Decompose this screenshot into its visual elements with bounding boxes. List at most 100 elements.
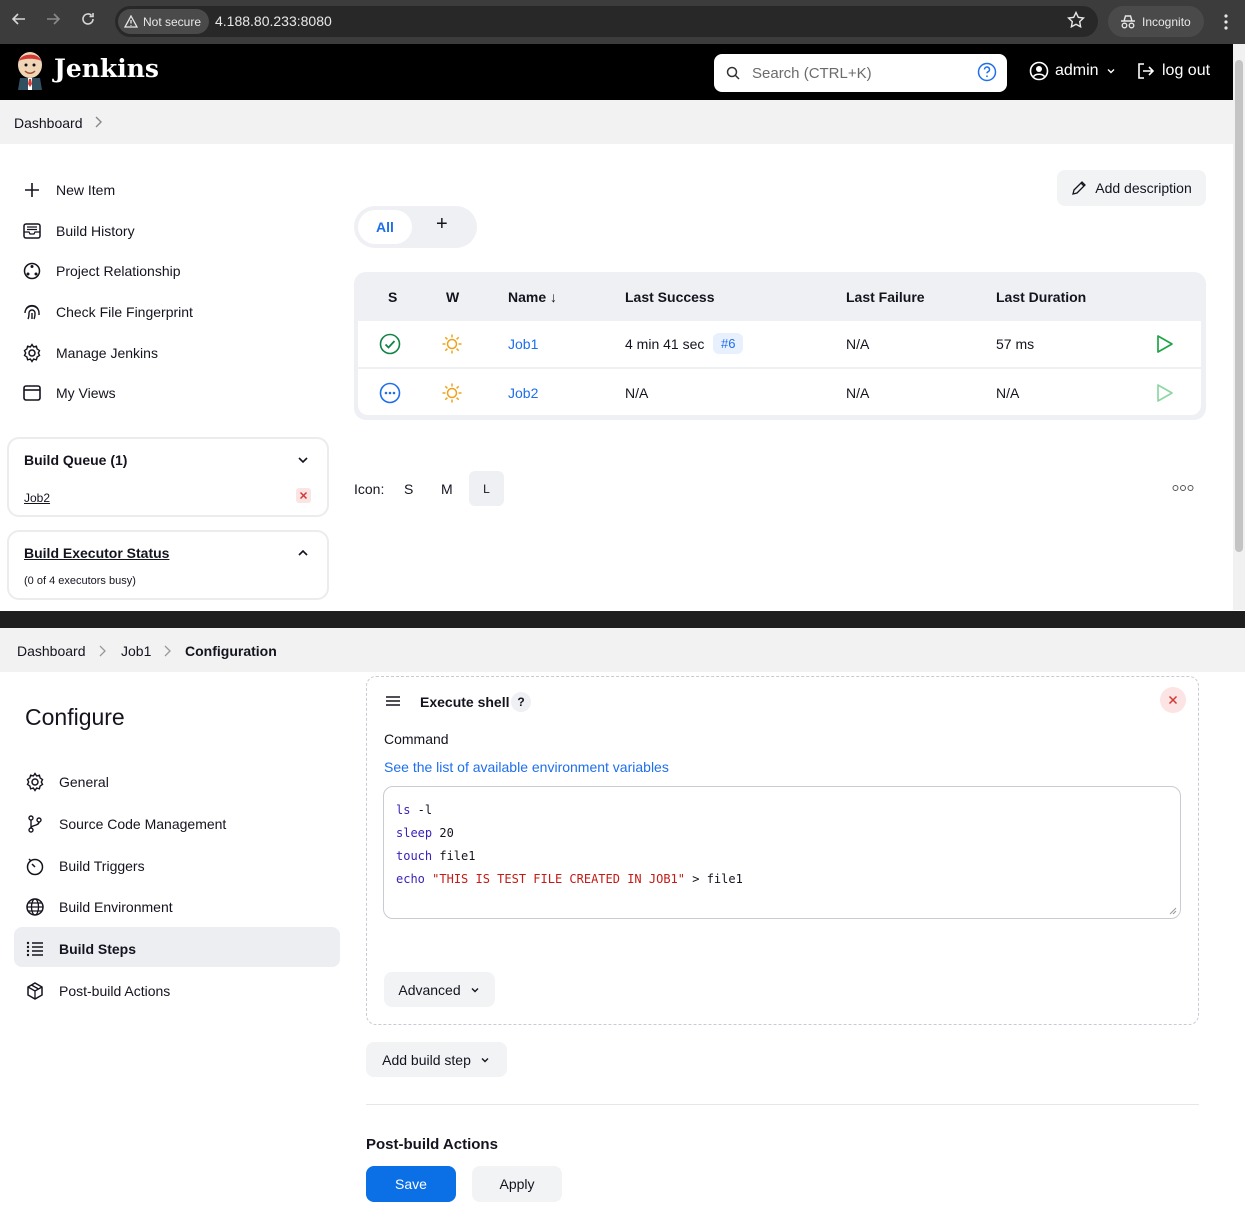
section-general[interactable]: General — [25, 772, 109, 792]
section-build-triggers[interactable]: Build Triggers — [25, 856, 145, 876]
breadcrumb-chevron-icon[interactable] — [93, 116, 103, 128]
user-icon — [1029, 61, 1049, 81]
task-manage-jenkins[interactable]: Manage Jenkins — [22, 343, 158, 363]
gear-icon — [23, 343, 41, 363]
code-keyword: echo — [396, 872, 425, 886]
breadcrumb-configuration[interactable]: Configuration — [185, 643, 277, 659]
sunny-weather-icon[interactable] — [441, 382, 463, 404]
warning-icon — [124, 15, 138, 28]
section-label: Build Triggers — [59, 858, 145, 874]
column-header-last-failure[interactable]: Last Failure — [846, 289, 925, 305]
env-vars-link[interactable]: the list of available environment variab… — [413, 759, 669, 775]
last-failure-value: N/A — [846, 336, 870, 352]
task-label: Check File Fingerprint — [56, 304, 193, 320]
task-label: Manage Jenkins — [56, 345, 158, 361]
column-header-status[interactable]: S — [388, 289, 397, 305]
schedule-build-play-icon[interactable] — [1156, 334, 1174, 354]
logout-icon — [1138, 63, 1155, 79]
code-line: sleep 20 — [396, 826, 454, 840]
fingerprint-icon — [24, 304, 40, 320]
scrollbar-thumb[interactable] — [1235, 60, 1243, 552]
executor-status-panel — [7, 530, 329, 600]
success-status-icon[interactable] — [379, 333, 401, 355]
icon-size-s[interactable]: S — [404, 481, 413, 497]
add-build-step-button[interactable]: Add build step — [366, 1042, 507, 1077]
icon-size-l[interactable]: L — [469, 471, 504, 506]
queue-item-job2[interactable]: Job2 — [24, 491, 50, 505]
save-button[interactable]: Save — [366, 1166, 456, 1202]
section-build-environment[interactable]: Build Environment — [25, 897, 173, 917]
search-icon — [726, 66, 740, 80]
add-description-button[interactable]: Add description — [1057, 170, 1206, 206]
breadcrumb-job1[interactable]: Job1 — [121, 643, 151, 659]
apply-button[interactable]: Apply — [472, 1166, 562, 1202]
advanced-button[interactable]: Advanced — [384, 972, 495, 1007]
task-project-relationship[interactable]: Project Relationship — [22, 261, 181, 281]
delete-step-icon[interactable] — [1160, 687, 1186, 713]
icon-size-m[interactable]: M — [441, 481, 453, 497]
task-my-views[interactable]: My Views — [22, 383, 116, 403]
legend-icon[interactable] — [1172, 483, 1194, 493]
tab-all[interactable]: All — [358, 210, 412, 244]
build-queue-panel — [7, 437, 329, 517]
breadcrumb-chevron-icon — [162, 645, 172, 657]
build-number-badge[interactable]: #6 — [713, 333, 744, 354]
logout-link[interactable]: log out — [1136, 61, 1210, 81]
collapse-chevron-up-icon[interactable] — [296, 546, 310, 560]
reload-icon[interactable] — [81, 12, 95, 26]
bookmark-star-icon[interactable] — [1067, 11, 1085, 29]
incognito-indicator[interactable]: Incognito — [1108, 6, 1204, 37]
breadcrumb-dashboard[interactable]: Dashboard — [14, 115, 83, 131]
not-secure-chip[interactable]: Not secure — [118, 9, 210, 34]
task-check-file-fingerprint[interactable]: Check File Fingerprint — [22, 302, 193, 322]
command-editor[interactable]: ls -l sleep 20 touch file1 echo "THIS IS… — [383, 786, 1181, 919]
last-failure-value: N/A — [846, 385, 870, 401]
code-args: 20 — [432, 826, 454, 840]
inbox-icon — [23, 223, 41, 239]
url-text[interactable]: 4.188.80.233:8080 — [215, 13, 332, 29]
search-help-icon[interactable] — [977, 62, 997, 82]
column-header-name[interactable]: Name ↓ — [508, 289, 557, 305]
task-build-history[interactable]: Build History — [22, 221, 135, 241]
search-box[interactable]: Search (CTRL+K) — [714, 54, 1007, 92]
section-source-code-management[interactable]: Source Code Management — [25, 814, 226, 834]
section-label: General — [59, 774, 109, 790]
pending-status-icon[interactable] — [379, 382, 401, 404]
jenkins-logo-icon[interactable] — [14, 51, 46, 91]
task-new-item[interactable]: New Item — [22, 180, 115, 200]
section-build-steps[interactable]: Build Steps — [25, 939, 136, 959]
section-post-build-actions[interactable]: Post-build Actions — [25, 981, 170, 1001]
schedule-build-play-icon[interactable] — [1156, 383, 1174, 403]
job-link-job1[interactable]: Job1 — [508, 336, 538, 352]
step-title: Execute shell — [420, 694, 510, 710]
code-keyword: touch — [396, 849, 433, 863]
back-icon[interactable] — [12, 12, 26, 26]
add-view-button[interactable]: + — [436, 213, 448, 236]
help-icon[interactable]: ? — [511, 692, 531, 712]
user-menu[interactable]: admin — [1029, 61, 1117, 81]
resize-handle-icon[interactable] — [1169, 907, 1177, 915]
executor-status-title[interactable]: Build Executor Status — [24, 545, 169, 561]
branch-icon — [28, 815, 42, 833]
drag-handle-icon[interactable] — [384, 694, 402, 708]
build-queue-title[interactable]: Build Queue (1) — [24, 452, 127, 468]
collapse-chevron-down-icon[interactable] — [296, 453, 310, 467]
forward-icon[interactable] — [46, 12, 60, 26]
section-label: Source Code Management — [59, 816, 227, 832]
sunny-weather-icon[interactable] — [441, 333, 463, 355]
jenkins-brand[interactable]: Jenkins — [54, 54, 159, 83]
column-header-last-success[interactable]: Last Success — [625, 289, 715, 305]
breadcrumb-chevron-icon — [97, 645, 107, 657]
breadcrumb-dashboard[interactable]: Dashboard — [17, 643, 86, 659]
icon-size-label: Icon: — [354, 481, 385, 497]
column-header-weather[interactable]: W — [446, 289, 459, 305]
advanced-label: Advanced — [398, 981, 461, 998]
job-link-job2[interactable]: Job2 — [508, 385, 538, 401]
window-icon — [23, 385, 41, 401]
cancel-queue-icon[interactable] — [296, 488, 311, 503]
column-header-last-duration[interactable]: Last Duration — [996, 289, 1086, 305]
browser-menu-icon[interactable] — [1223, 13, 1229, 31]
code-args: -l — [410, 803, 433, 817]
last-duration-value: N/A — [996, 385, 1020, 401]
search-input[interactable]: Search (CTRL+K) — [752, 65, 872, 82]
